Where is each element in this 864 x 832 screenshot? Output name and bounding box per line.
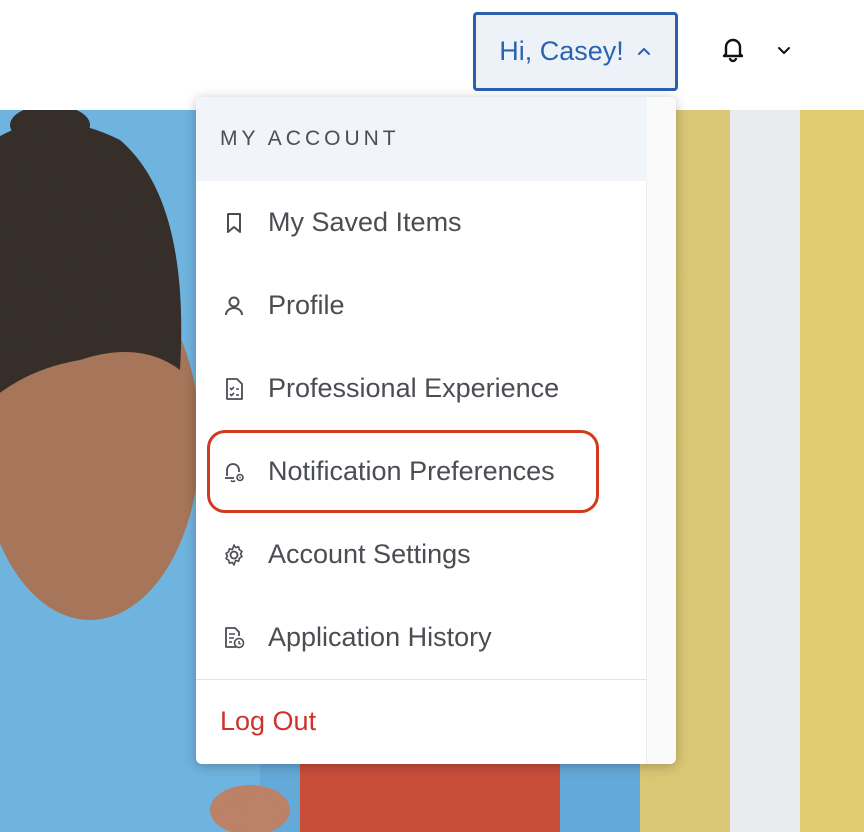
dropdown-scrollbar[interactable] <box>646 97 676 764</box>
gear-icon <box>220 541 248 569</box>
bookmark-icon <box>220 209 248 237</box>
top-header: Hi, Casey! <box>0 0 864 110</box>
logout-link[interactable]: Log Out <box>220 701 316 741</box>
user-icon <box>220 292 248 320</box>
checklist-document-icon <box>220 375 248 403</box>
account-menu-button[interactable]: Hi, Casey! <box>473 12 678 91</box>
dropdown-section-title: MY ACCOUNT <box>196 97 647 181</box>
menu-item-label: Profile <box>268 290 345 320</box>
menu-item-professional-experience[interactable]: Professional Experience <box>196 347 647 430</box>
document-clock-icon <box>220 624 248 652</box>
menu-item-notification-preferences[interactable]: Notification Preferences <box>196 430 647 513</box>
account-dropdown-menu: MY ACCOUNT My Saved Items Profile Profes… <box>196 97 676 764</box>
bell-icon <box>718 34 748 69</box>
menu-item-label: Account Settings <box>268 539 471 569</box>
menu-item-label: Application History <box>268 622 492 652</box>
chevron-up-icon <box>636 36 652 67</box>
notifications-button[interactable] <box>712 30 754 72</box>
notifications-dropdown-toggle[interactable] <box>774 42 794 62</box>
greeting-label: Hi, Casey! <box>499 36 624 66</box>
menu-divider <box>196 679 647 680</box>
menu-item-profile[interactable]: Profile <box>196 264 647 347</box>
menu-item-label: My Saved Items <box>268 207 462 237</box>
menu-item-label: Notification Preferences <box>268 456 555 486</box>
menu-item-application-history[interactable]: Application History <box>196 596 647 679</box>
chevron-down-icon <box>776 42 792 63</box>
menu-item-saved-items[interactable]: My Saved Items <box>196 181 647 264</box>
bell-settings-icon <box>220 458 248 486</box>
menu-item-account-settings[interactable]: Account Settings <box>196 513 647 596</box>
menu-item-label: Professional Experience <box>268 373 560 403</box>
